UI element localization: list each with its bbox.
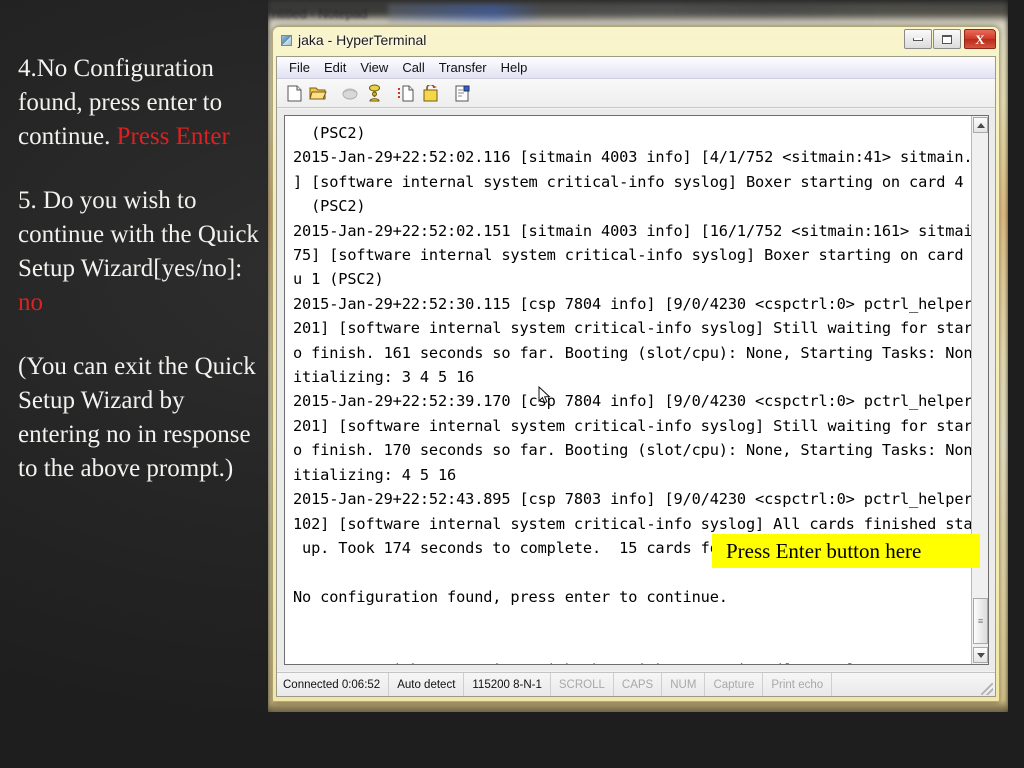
window-title: jaka - HyperTerminal bbox=[298, 32, 427, 48]
open-folder-icon bbox=[309, 87, 327, 100]
properties-button[interactable] bbox=[451, 82, 473, 104]
menu-item-file[interactable]: File bbox=[282, 58, 317, 77]
disconnect-icon bbox=[342, 88, 358, 100]
scroll-down-button[interactable] bbox=[973, 647, 988, 663]
backdrop-window-strip bbox=[388, 4, 1008, 22]
receive-file-icon bbox=[423, 84, 437, 101]
slide-paragraph-2-accent: no bbox=[18, 289, 43, 316]
backdrop-bottom-edge bbox=[268, 702, 1008, 712]
receive-file-button[interactable] bbox=[419, 82, 441, 104]
send-file-button[interactable] bbox=[395, 82, 417, 104]
status-capture: Capture bbox=[705, 673, 764, 696]
send-file-icon bbox=[398, 85, 414, 101]
menu-bar[interactable]: File Edit View Call Transfer Help bbox=[277, 57, 995, 79]
menu-item-call[interactable]: Call bbox=[395, 58, 431, 77]
call-button[interactable] bbox=[363, 82, 385, 104]
minimize-button[interactable] bbox=[904, 29, 932, 49]
open-connection-button[interactable] bbox=[307, 82, 329, 104]
status-line-settings: 115200 8-N-1 bbox=[464, 673, 551, 696]
close-button[interactable]: X bbox=[964, 29, 996, 49]
status-auto-detect: Auto detect bbox=[389, 673, 465, 696]
slide-paragraph-3: (You can exit the Quick Setup Wizard by … bbox=[18, 353, 256, 482]
terminal-text: (PSC2) 2015-Jan-29+22:52:02.116 [sitmain… bbox=[293, 124, 989, 664]
status-scroll: SCROLL bbox=[551, 673, 614, 696]
terminal-pane-wrapper: (PSC2) 2015-Jan-29+22:52:02.116 [sitmain… bbox=[277, 109, 995, 671]
toolbar[interactable] bbox=[277, 79, 995, 108]
disconnect-button[interactable] bbox=[339, 82, 361, 104]
menu-item-help[interactable]: Help bbox=[494, 58, 535, 77]
scroll-down-arrow-icon bbox=[976, 652, 985, 658]
new-connection-button[interactable] bbox=[283, 82, 305, 104]
slide-paragraph-1-accent: Press Enter bbox=[116, 123, 230, 150]
status-caps: CAPS bbox=[614, 673, 663, 696]
terminal-output-pane[interactable]: (PSC2) 2015-Jan-29+22:52:02.116 [sitmain… bbox=[284, 115, 989, 665]
menu-item-edit[interactable]: Edit bbox=[317, 58, 353, 77]
status-print-echo: Print echo bbox=[763, 673, 833, 696]
mouse-cursor-icon bbox=[538, 386, 551, 404]
window-client-area: File Edit View Call Transfer Help (PSC2)… bbox=[276, 56, 996, 697]
resize-grip-icon[interactable] bbox=[981, 683, 993, 695]
scroll-up-arrow-icon bbox=[976, 122, 985, 128]
menu-item-view[interactable]: View bbox=[353, 58, 395, 77]
slide-paragraph-2-text: 5. Do you wish to continue with the Quic… bbox=[18, 187, 259, 282]
properties-icon bbox=[455, 85, 469, 101]
status-connected: Connected 0:06:52 bbox=[277, 673, 390, 696]
new-connection-icon bbox=[287, 85, 301, 101]
hyperterminal-window[interactable]: jaka - HyperTerminal X File Edit View Ca… bbox=[272, 26, 1000, 702]
call-icon bbox=[368, 84, 380, 102]
scrollbar-thumb[interactable]: ≡ bbox=[973, 598, 988, 644]
slide-paragraph-2: 5. Do you wish to continue with the Quic… bbox=[18, 184, 268, 320]
terminal-scrollbar[interactable]: ≡ bbox=[971, 116, 988, 664]
maximize-button[interactable] bbox=[933, 29, 961, 49]
slide-paragraph-1: 4.No Configuration found, press enter to… bbox=[18, 52, 268, 154]
status-bar: Connected 0:06:52 Auto detect 115200 8-N… bbox=[277, 672, 995, 696]
window-title-bar[interactable]: jaka - HyperTerminal X bbox=[272, 26, 1000, 56]
hyperterminal-icon bbox=[281, 35, 292, 46]
menu-item-transfer[interactable]: Transfer bbox=[432, 58, 494, 77]
slide-body-text: 4.No Configuration found, press enter to… bbox=[18, 52, 268, 516]
close-icon: X bbox=[975, 31, 985, 47]
status-num: NUM bbox=[662, 673, 706, 696]
backdrop-notepad-title: ntitled - Notepad bbox=[272, 6, 368, 21]
scroll-up-button[interactable] bbox=[973, 117, 988, 133]
press-enter-callout: Press Enter button here bbox=[712, 534, 980, 568]
restore-icon bbox=[942, 34, 952, 44]
minimize-icon bbox=[913, 37, 923, 41]
